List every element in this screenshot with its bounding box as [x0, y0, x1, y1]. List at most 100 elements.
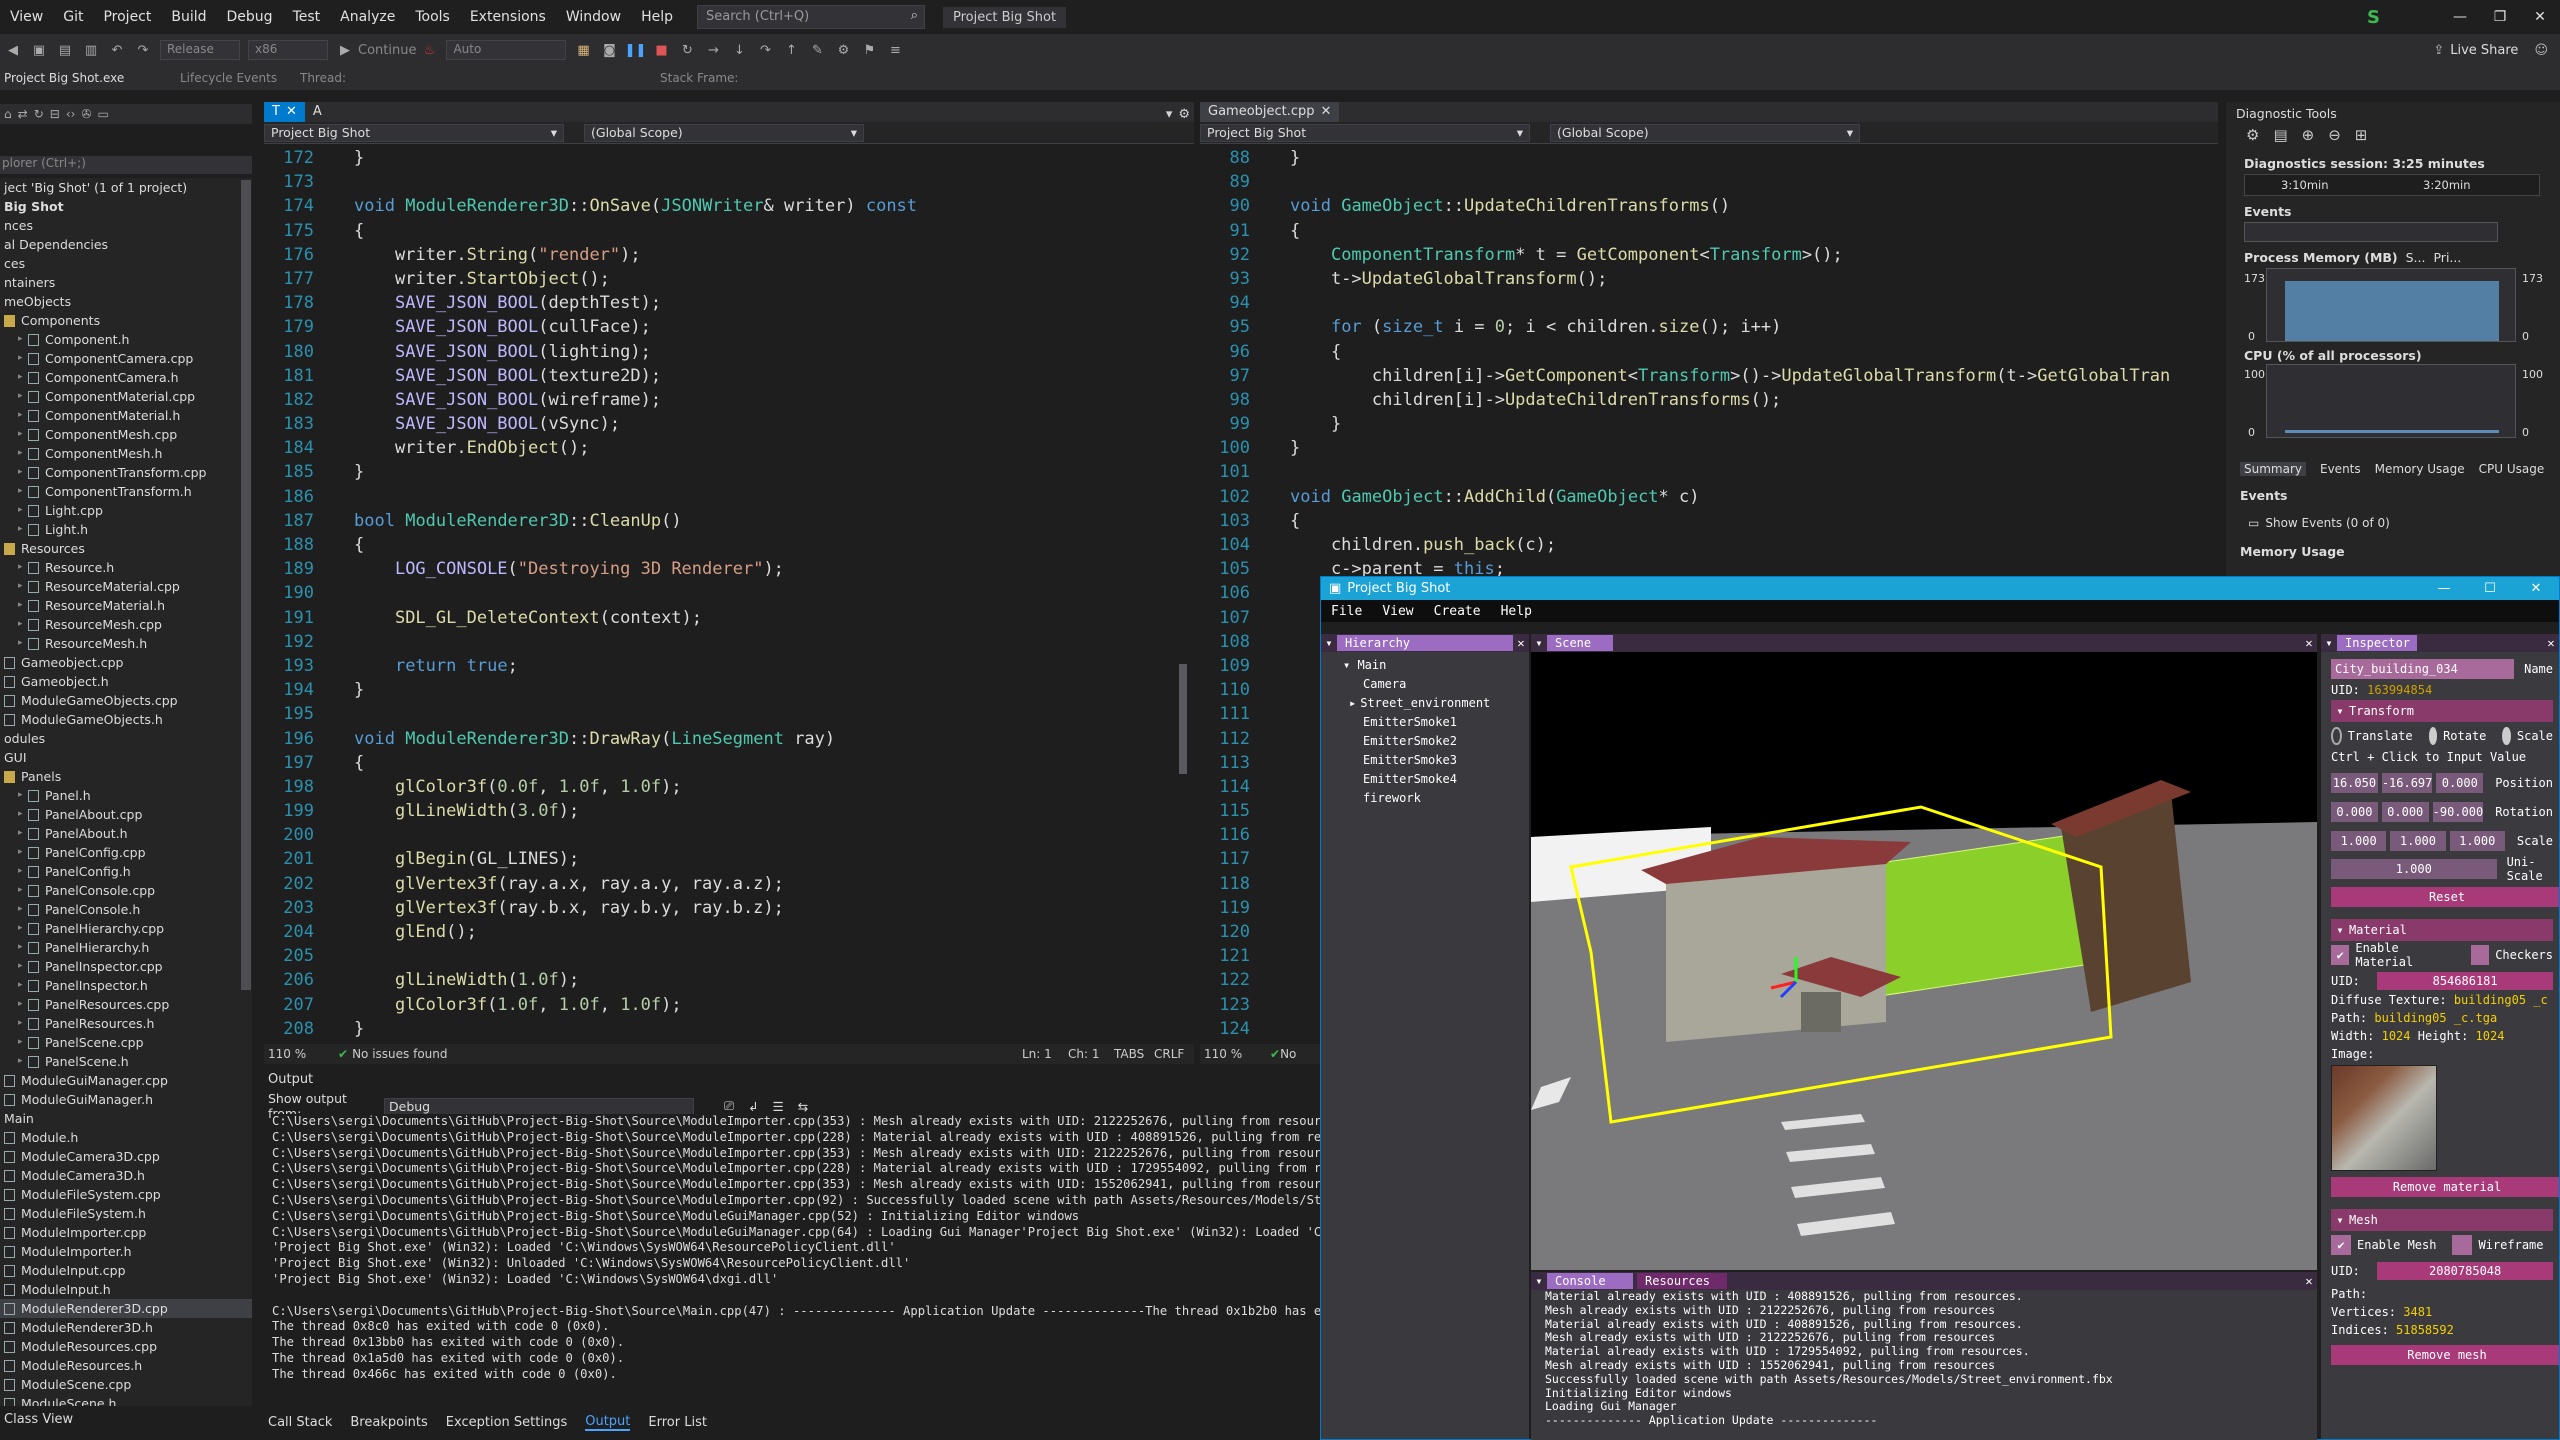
- tree-item[interactable]: ▸ Resource.h: [0, 558, 252, 577]
- scale-radio[interactable]: [2502, 727, 2511, 745]
- clear-icon[interactable]: ⎚: [724, 1098, 734, 1114]
- menu-tools[interactable]: Tools: [405, 9, 460, 25]
- expand-arrow-icon[interactable]: ▸: [18, 596, 28, 615]
- expand-arrow-icon[interactable]: ▸: [18, 520, 28, 539]
- expand-arrow-icon[interactable]: ▸: [18, 444, 28, 463]
- scope-dropdown[interactable]: (Global Scope) ▾: [1550, 123, 1860, 142]
- expand-arrow-icon[interactable]: ▸: [18, 349, 28, 368]
- expand-arrow-icon[interactable]: ▸: [18, 577, 28, 596]
- solution-search[interactable]: plorer (Ctrl+;): [0, 156, 252, 174]
- hierarchy-item[interactable]: firework: [1363, 791, 1529, 810]
- zoom-level[interactable]: 110 %: [264, 1047, 324, 1061]
- tree-item[interactable]: ModuleImporter.h: [0, 1242, 252, 1261]
- expand-arrow-icon[interactable]: ▸: [18, 501, 28, 520]
- preview-icon[interactable]: ▭: [97, 107, 108, 121]
- tree-item[interactable]: ces: [0, 254, 252, 273]
- expand-arrow-icon[interactable]: ▸: [18, 1014, 28, 1033]
- hierarchy-tab[interactable]: Hierarchy: [1337, 635, 1513, 651]
- hierarchy-item[interactable]: EmitterSmoke3: [1363, 753, 1529, 772]
- tree-item[interactable]: ▸ PanelResources.h: [0, 1014, 252, 1033]
- tree-item[interactable]: ject 'Big Shot' (1 of 1 project): [0, 178, 252, 197]
- code-icon[interactable]: ‹›: [66, 107, 76, 121]
- tree-item[interactable]: ▸ ComponentCamera.cpp: [0, 349, 252, 368]
- expand-arrow-icon[interactable]: ▸: [18, 558, 28, 577]
- tree-item[interactable]: Gameobject.h: [0, 672, 252, 691]
- enable-material-checkbox[interactable]: ✔: [2331, 945, 2350, 965]
- mesh-header[interactable]: ▾ Mesh: [2331, 1209, 2553, 1231]
- engine-menu-create[interactable]: Create: [1424, 604, 1491, 619]
- tab-list-icon[interactable]: ▾: [1166, 107, 1179, 122]
- expand-arrow-icon[interactable]: ▸: [18, 976, 28, 995]
- zoom-level[interactable]: 110 %: [1200, 1047, 1270, 1061]
- tree-item[interactable]: nces: [0, 216, 252, 235]
- timeline[interactable]: 3:10min 3:20min: [2244, 174, 2540, 196]
- live-share-button[interactable]: Live Share: [2450, 43, 2518, 58]
- menu-window[interactable]: Window: [556, 9, 631, 25]
- play-icon[interactable]: ▶: [334, 40, 356, 60]
- class-view-tab[interactable]: Class View: [4, 1412, 73, 1427]
- maximize-icon[interactable]: ☐: [2467, 581, 2513, 596]
- expand-arrow-icon[interactable]: ▸: [18, 843, 28, 862]
- tree-item[interactable]: ModuleInput.h: [0, 1280, 252, 1299]
- bottom-tab-output[interactable]: Output: [585, 1414, 631, 1431]
- inspector-tab[interactable]: Inspector: [2337, 635, 2417, 651]
- menu-test[interactable]: Test: [283, 9, 331, 25]
- bottom-tab-exception-settings[interactable]: Exception Settings: [446, 1415, 567, 1430]
- expand-arrow-icon[interactable]: ▸: [18, 805, 28, 824]
- config-dropdown[interactable]: Release: [160, 40, 240, 60]
- expand-arrow-icon[interactable]: ▸: [18, 634, 28, 653]
- tree-item[interactable]: ▸ Component.h: [0, 330, 252, 349]
- expand-arrow-icon[interactable]: ▸: [18, 957, 28, 976]
- menu-build[interactable]: Build: [161, 9, 216, 25]
- scope-dropdown[interactable]: (Global Scope) ▾: [584, 123, 864, 142]
- step-over-icon[interactable]: ↷: [754, 40, 776, 60]
- tree-item[interactable]: GUI: [0, 748, 252, 767]
- tree-item[interactable]: ▸ PanelHierarchy.h: [0, 938, 252, 957]
- settings-icon[interactable]: ⚙: [2246, 126, 2259, 144]
- issues-status[interactable]: No issues found: [352, 1047, 632, 1061]
- translate-radio[interactable]: [2331, 727, 2342, 745]
- tree-item[interactable]: ▸ ComponentMesh.h: [0, 444, 252, 463]
- expand-arrow-icon[interactable]: ▸: [18, 387, 28, 406]
- tree-item[interactable]: ▸ Light.cpp: [0, 501, 252, 520]
- expand-arrow-icon[interactable]: ▸: [18, 482, 28, 501]
- expand-arrow-icon[interactable]: ▸: [18, 330, 28, 349]
- tree-item[interactable]: ▸ PanelHierarchy.cpp: [0, 919, 252, 938]
- tree-item[interactable]: ▸ PanelConfig.cpp: [0, 843, 252, 862]
- remove-mesh-button[interactable]: Remove mesh: [2331, 1345, 2559, 1365]
- engine-menu-file[interactable]: File: [1321, 604, 1372, 619]
- menu-debug[interactable]: Debug: [217, 9, 283, 25]
- close-icon[interactable]: ✕: [2301, 1274, 2317, 1288]
- user-avatar-icon[interactable]: S: [2367, 7, 2380, 28]
- position-field-z[interactable]: 0.000: [2436, 772, 2484, 793]
- show-next-icon[interactable]: →: [702, 40, 724, 60]
- folder-icon[interactable]: ▦: [572, 40, 594, 60]
- name-input[interactable]: City_building_034: [2331, 659, 2515, 679]
- console-tab[interactable]: Console: [1547, 1273, 1633, 1289]
- scalev-field-y[interactable]: 1.000: [2390, 830, 2446, 851]
- output-text[interactable]: C:\Users\sergi\Documents\GitHub\Project-…: [272, 1114, 1320, 1380]
- expand-arrow-icon[interactable]: ▸: [18, 900, 28, 919]
- list-icon[interactable]: ☰: [773, 1099, 784, 1114]
- hierarchy-item[interactable]: ▸ Street_environment: [1349, 696, 1529, 715]
- engine-menu-view[interactable]: View: [1372, 604, 1423, 619]
- tree-item[interactable]: ModuleInput.cpp: [0, 1261, 252, 1280]
- tree-item[interactable]: ModuleCamera3D.h: [0, 1166, 252, 1185]
- uniscale-field[interactable]: 1.000: [2331, 859, 2497, 879]
- step-into-icon[interactable]: ↓: [728, 40, 750, 60]
- diag-tab-cpu-usage[interactable]: CPU Usage: [2479, 462, 2545, 476]
- wrap-icon[interactable]: ↲: [748, 1099, 758, 1114]
- tree-item[interactable]: ModuleScene.cpp: [0, 1375, 252, 1394]
- tree-item[interactable]: ▸ PanelConfig.h: [0, 862, 252, 881]
- transform-header[interactable]: ▾ Transform: [2331, 700, 2553, 722]
- scene-viewport[interactable]: [1531, 652, 2317, 1270]
- zoom-in-icon[interactable]: ⊕: [2302, 126, 2315, 144]
- tree-item[interactable]: ▸ ResourceMaterial.h: [0, 596, 252, 615]
- tab-gameobject[interactable]: Gameobject.cpp ✕: [1200, 102, 1340, 122]
- close-icon[interactable]: ✕: [2520, 9, 2560, 25]
- tree-item[interactable]: ▸ ResourceMaterial.cpp: [0, 577, 252, 596]
- collapse-arrow-icon[interactable]: ▾: [2321, 636, 2337, 650]
- tree-item[interactable]: ▸ PanelInspector.h: [0, 976, 252, 995]
- tree-item[interactable]: Panels: [0, 767, 252, 786]
- solution-scrollbar[interactable]: [241, 180, 251, 990]
